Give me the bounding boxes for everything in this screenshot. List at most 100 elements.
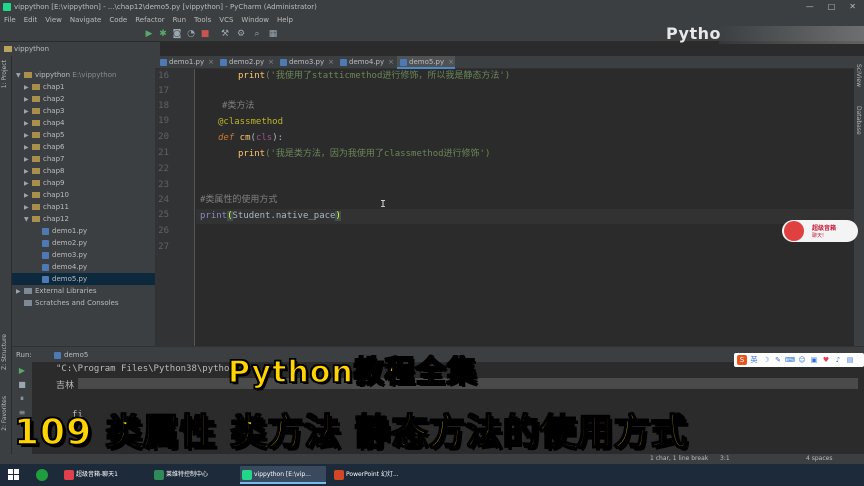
stop-icon[interactable]: ■ — [200, 29, 210, 39]
taskbar-item-powerpoint[interactable]: PowerPoint 幻灯... — [332, 466, 418, 484]
rerun-icon[interactable]: ▶ — [17, 366, 27, 376]
chat-widget[interactable]: 超级音箱 聊天! — [782, 220, 858, 242]
language-toggle-icon[interactable]: 英 — [749, 355, 759, 365]
python-file-icon — [340, 59, 347, 66]
status-selection[interactable]: 1 char, 1 line break — [650, 454, 708, 464]
structure-icon[interactable]: ▦ — [268, 29, 278, 39]
taskbar-item-chat[interactable]: 超级音箱-聊天1 — [62, 466, 148, 484]
tree-folder-chap9[interactable]: ▶ chap9 — [24, 177, 64, 189]
tree-file-demo5[interactable]: demo5.py — [12, 273, 155, 285]
taskbar-item-control-center[interactable]: 莱维特控制中心 — [152, 466, 236, 484]
code-token: cm — [234, 133, 251, 143]
toolbox-icon[interactable]: ▤ — [845, 355, 855, 365]
menu-file[interactable]: File — [4, 14, 16, 26]
skin-icon[interactable]: ▣ — [809, 355, 819, 365]
tab-demo1[interactable]: demo1.py × — [157, 56, 215, 69]
menu-window[interactable]: Window — [241, 14, 269, 26]
settings-icon[interactable]: ⚙ — [236, 29, 246, 39]
tree-folder-chap1[interactable]: ▶ chap1 — [24, 81, 64, 93]
tree-folder-chap12[interactable]: ▼ chap12 — [24, 213, 69, 225]
collapsed-arrow-icon: ▶ — [16, 288, 21, 295]
menu-navigate[interactable]: Navigate — [70, 14, 101, 26]
code-token: ) — [335, 211, 341, 221]
tree-folder-chap4[interactable]: ▶ chap4 — [24, 117, 64, 129]
close-button[interactable]: ✕ — [849, 0, 856, 14]
tree-file-demo2[interactable]: demo2.py — [42, 237, 87, 249]
folder-icon — [32, 204, 40, 210]
tree-folder-chap6[interactable]: ▶ chap6 — [24, 141, 64, 153]
run-config[interactable]: demo5 — [64, 347, 88, 363]
status-caret[interactable]: 3:1 — [720, 454, 730, 464]
browser-icon[interactable] — [36, 469, 48, 481]
menu-code[interactable]: Code — [109, 14, 127, 26]
tool-tab-project[interactable]: 1: Project — [1, 60, 8, 88]
tree-folder-chap3[interactable]: ▶ chap3 — [24, 105, 64, 117]
status-indent[interactable]: 4 spaces — [806, 454, 832, 464]
status-encoding[interactable]: UTF-8 — [770, 454, 788, 464]
tool-tab-structure[interactable]: Z: Structure — [1, 334, 8, 370]
coverage-icon[interactable]: ◙ — [172, 29, 182, 39]
minimize-button[interactable]: — — [806, 0, 814, 14]
tab-label: demo3.py — [289, 58, 325, 66]
tree-folder-chap2[interactable]: ▶ chap2 — [24, 93, 64, 105]
tree-file-demo3[interactable]: demo3.py — [42, 249, 87, 261]
close-tab-icon[interactable]: × — [328, 58, 334, 66]
menu-edit[interactable]: Edit — [24, 14, 38, 26]
sogou-logo-icon[interactable]: S — [737, 355, 747, 365]
tree-folder-chap7[interactable]: ▶ chap7 — [24, 153, 64, 165]
tree-folder-chap5[interactable]: ▶ chap5 — [24, 129, 64, 141]
tab-label: demo1.py — [169, 58, 205, 66]
folder-icon — [32, 96, 40, 102]
close-tab-icon[interactable]: × — [208, 58, 214, 66]
close-tab-icon[interactable]: × — [448, 58, 454, 66]
debug-icon[interactable]: ✱ — [158, 29, 168, 39]
menu-tools[interactable]: Tools — [194, 14, 211, 26]
tree-file-demo4[interactable]: demo4.py — [42, 261, 87, 273]
tool-tab-sciview[interactable]: SciView — [855, 64, 862, 87]
tree-folder-chap8[interactable]: ▶ chap8 — [24, 165, 64, 177]
status-line-separator[interactable]: CRLF — [740, 454, 755, 464]
tab-demo2[interactable]: demo2.py × — [217, 56, 275, 69]
menu-help[interactable]: Help — [277, 14, 293, 26]
tree-folder-label: chap6 — [43, 143, 65, 151]
tree-folder-label: chap9 — [43, 179, 65, 187]
build-icon[interactable]: ⚒ — [220, 29, 230, 39]
punctuation-icon[interactable]: ☽ — [761, 355, 771, 365]
ime-toolbar: S 英 ☽ ✎ ⌨ ☺ ▣ ♥ ♪ ▤ — [734, 353, 864, 367]
voice-icon[interactable]: ♪ — [833, 355, 843, 365]
keyboard-icon[interactable]: ⌨ — [785, 355, 795, 365]
taskbar-item-pycharm[interactable]: vippython [E:\vip... — [240, 466, 326, 484]
tree-root-path: E:\vippython — [72, 71, 117, 79]
tree-folder-chap11[interactable]: ▶ chap11 — [24, 201, 69, 213]
code-editor[interactable]: print('我使用了statticmethod进行修饰，所以我是静态方法') … — [196, 69, 854, 346]
menu-run[interactable]: Run — [173, 14, 186, 26]
folder-icon — [32, 120, 40, 126]
tree-folder-chap10[interactable]: ▶ chap10 — [24, 189, 69, 201]
stop-run-icon[interactable]: ■ — [17, 380, 27, 390]
tree-external-libraries[interactable]: ▶ External Libraries — [16, 285, 97, 297]
tree-scratches[interactable]: Scratches and Consoles — [24, 297, 119, 309]
tab-demo3[interactable]: demo3.py × — [277, 56, 335, 69]
menu-view[interactable]: View — [45, 14, 62, 26]
windows-start-icon[interactable] — [8, 469, 19, 480]
close-tab-icon[interactable]: × — [388, 58, 394, 66]
profile-icon[interactable]: ◔ — [186, 29, 196, 39]
tool-tab-favorites[interactable]: 2: Favorites — [1, 396, 8, 431]
maximize-button[interactable]: □ — [828, 0, 836, 14]
handwriting-icon[interactable]: ✎ — [773, 355, 783, 365]
close-tab-icon[interactable]: × — [268, 58, 274, 66]
tab-demo5[interactable]: demo5.py × — [397, 56, 455, 69]
search-icon[interactable]: ⌕ — [252, 29, 262, 39]
nav-project[interactable]: vippython — [14, 45, 49, 53]
tab-demo4[interactable]: demo4.py × — [337, 56, 395, 69]
project-panel: ▼ vippython E:\vippython ▶ chap1 ▶ chap2 ▶ c… — [12, 56, 155, 346]
run-icon[interactable]: ▶ — [144, 29, 154, 39]
emoji-icon[interactable]: ☺ — [797, 355, 807, 365]
favorite-icon[interactable]: ♥ — [821, 355, 831, 365]
tree-root[interactable]: ▼ vippython E:\vippython — [16, 69, 116, 81]
python-file-icon — [42, 239, 49, 247]
menu-refactor[interactable]: Refactor — [135, 14, 164, 26]
tool-tab-database[interactable]: Database — [855, 106, 862, 135]
menu-vcs[interactable]: VCS — [219, 14, 233, 26]
tree-file-demo1[interactable]: demo1.py — [42, 225, 87, 237]
